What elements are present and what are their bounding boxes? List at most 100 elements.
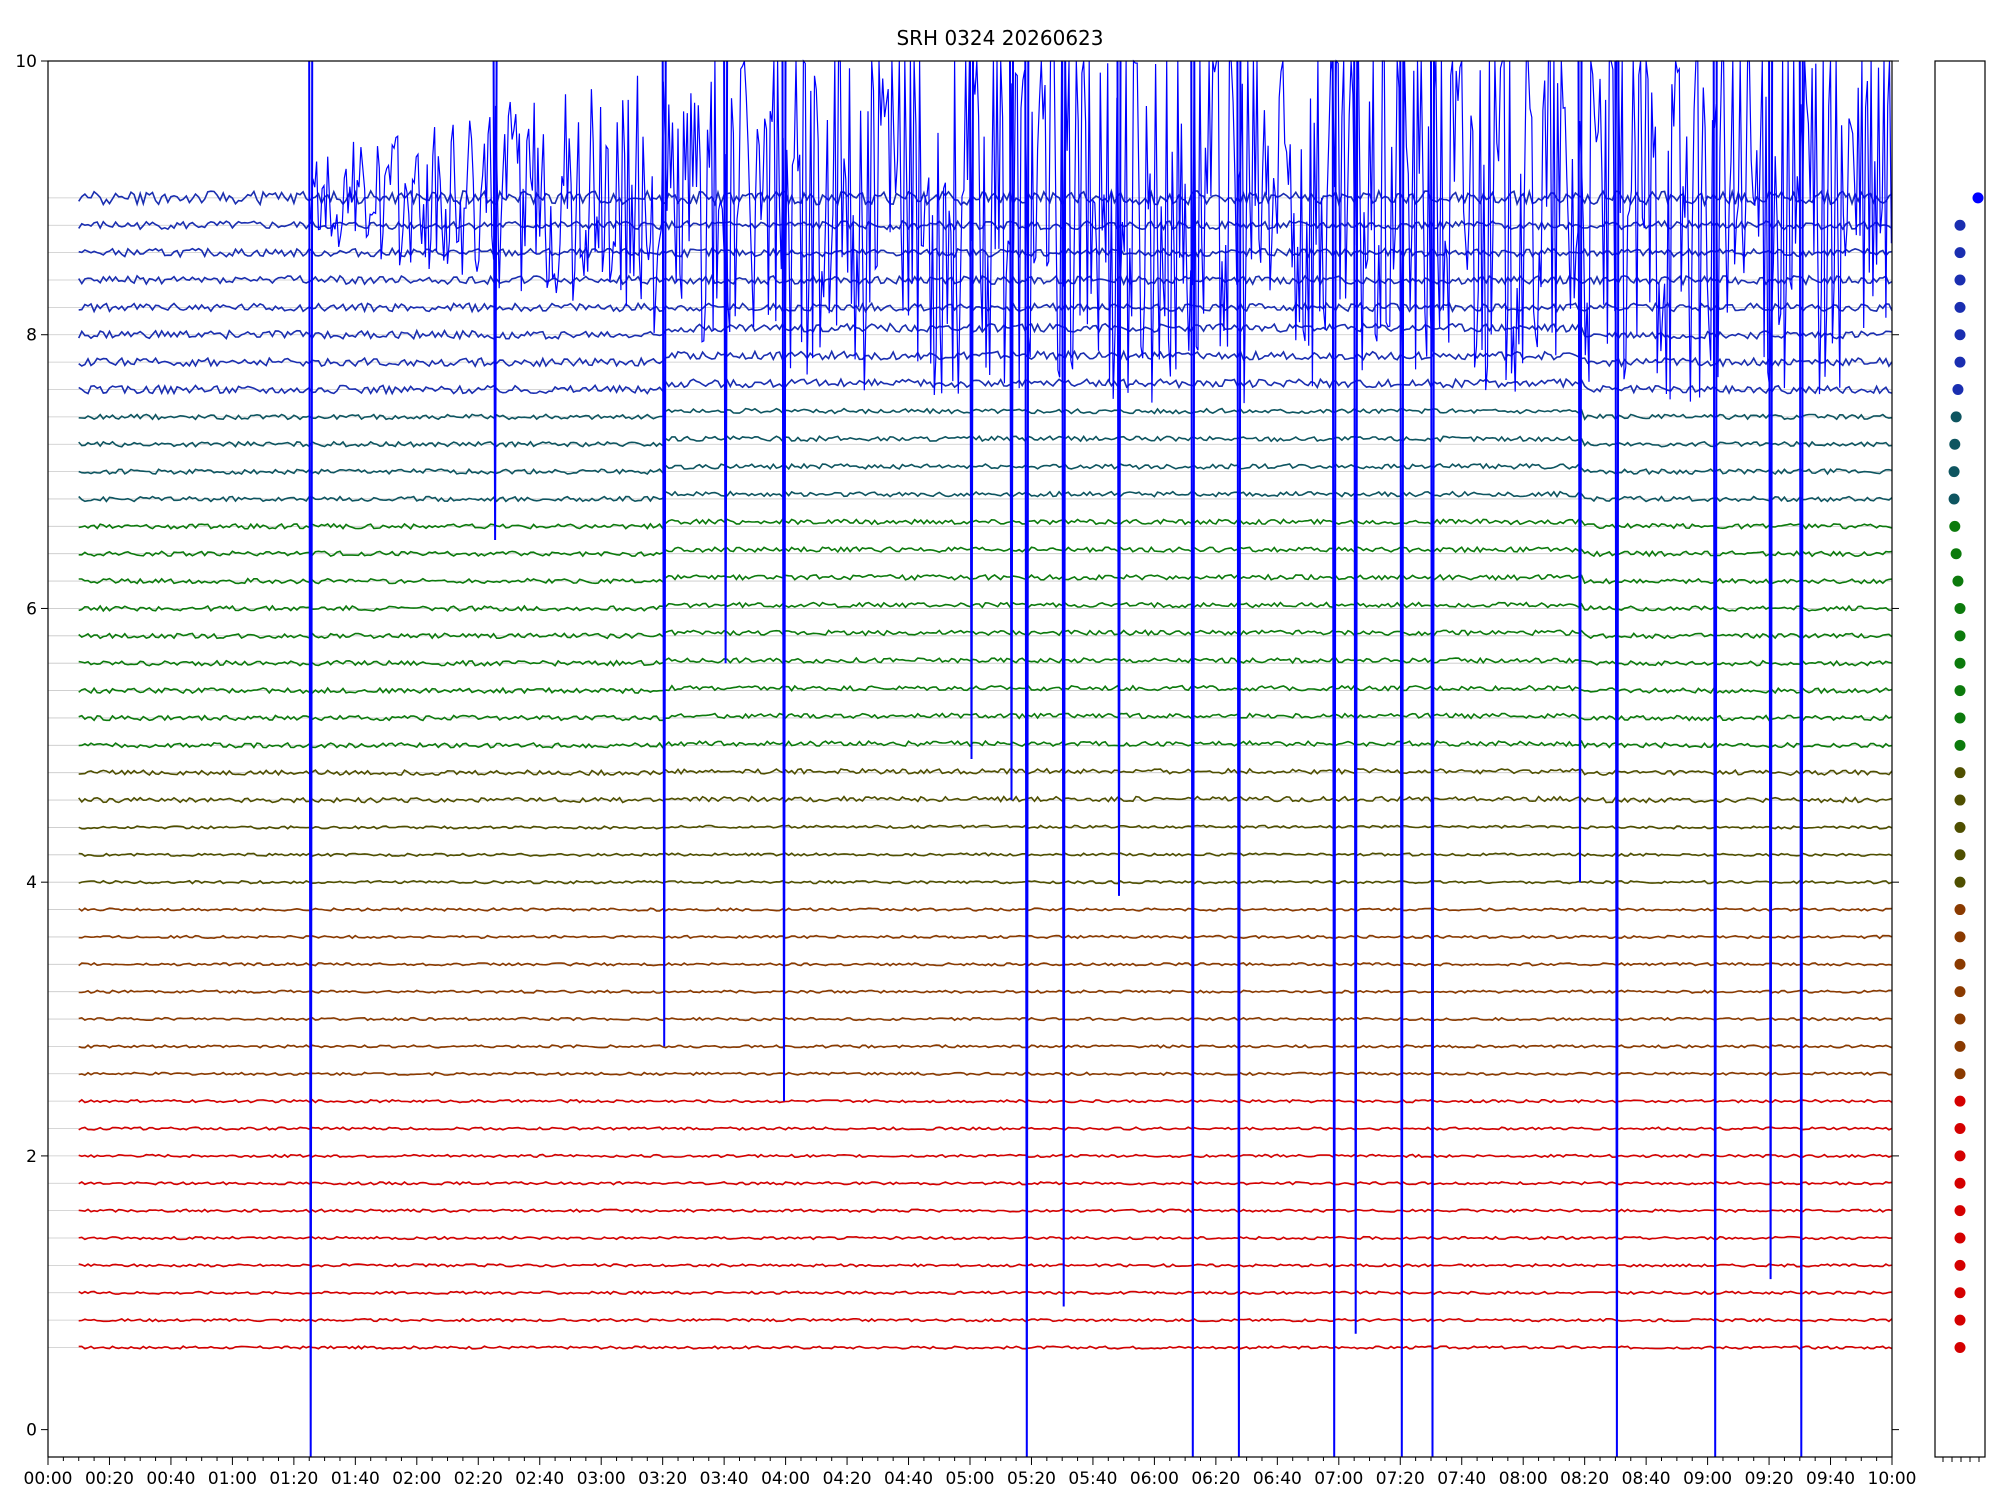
- side-marker: [1954, 1068, 1966, 1080]
- side-marker: [1954, 630, 1966, 642]
- series-line: [78, 601, 1893, 613]
- side-marker: [1952, 383, 1964, 395]
- side-marker: [1972, 192, 1984, 204]
- side-marker: [1954, 794, 1966, 806]
- x-tick-label: 09:20: [1745, 1469, 1794, 1489]
- x-tick-label: 06:00: [1130, 1469, 1179, 1489]
- side-marker: [1954, 904, 1966, 916]
- series-line: [78, 518, 1893, 530]
- x-tick-label: 08:20: [1560, 1469, 1609, 1489]
- side-marker: [1954, 1232, 1966, 1244]
- side-marker: [1954, 739, 1966, 751]
- chart-svg: SRH 0324 20260623 00:00 00:20 00:40 01:00 01…: [15, 26, 1986, 1489]
- signal-dip: [1798, 60, 1804, 1458]
- signal-dip: [1768, 60, 1774, 1280]
- x-tick-label: 09:40: [1806, 1469, 1855, 1489]
- series-line: [78, 656, 1893, 667]
- x-tick-label: 02:20: [454, 1469, 503, 1489]
- signal-dip: [1116, 60, 1122, 896]
- signal-dip: [723, 60, 729, 664]
- series-line: [78, 684, 1893, 695]
- series-line: [78, 1262, 1893, 1268]
- x-tick-label: 04:40: [884, 1469, 933, 1489]
- side-marker: [1954, 1095, 1966, 1107]
- x-tick-label: 00:20: [85, 1469, 134, 1489]
- x-tick-label: 00:40: [146, 1469, 195, 1489]
- x-tick-label: 04:20: [823, 1469, 872, 1489]
- y-tick-label: 6: [26, 599, 37, 619]
- x-tick-label: 09:00: [1683, 1469, 1732, 1489]
- signal-dip: [308, 60, 314, 1458]
- side-marker: [1948, 466, 1960, 478]
- side-marker: [1950, 411, 1962, 423]
- series-line: [78, 629, 1893, 640]
- series-layer: [77, 188, 1893, 1350]
- x-tick-label: 03:40: [700, 1469, 749, 1489]
- series-line: [78, 1290, 1893, 1296]
- series-line: [78, 490, 1893, 503]
- x-tick-label: 03:20: [638, 1469, 687, 1489]
- side-marker: [1954, 958, 1966, 970]
- series-line: [78, 462, 1893, 476]
- signal-dip: [1577, 60, 1583, 883]
- series-line: [78, 545, 1893, 558]
- y-tick-label: 10: [15, 52, 37, 72]
- side-marker: [1954, 1123, 1966, 1135]
- side-panel: [1942, 192, 1984, 1462]
- side-marker: [1954, 767, 1966, 779]
- x-tick-label: 08:40: [1622, 1469, 1671, 1489]
- x-tick-label: 07:20: [1376, 1469, 1425, 1489]
- x-tick-label: 02:00: [392, 1469, 441, 1489]
- side-marker: [1954, 1150, 1966, 1162]
- side-marker: [1954, 712, 1966, 724]
- x-tick-label: 10:00: [1868, 1469, 1917, 1489]
- series-line: [78, 739, 1893, 749]
- series-line: [78, 989, 1893, 994]
- side-marker: [1954, 1314, 1966, 1326]
- side-marker: [1954, 1342, 1966, 1354]
- series-line: [78, 573, 1893, 585]
- x-tick-label: 00:00: [24, 1469, 73, 1489]
- side-marker: [1954, 247, 1966, 259]
- series-line: [78, 795, 1893, 804]
- series-line: [78, 1235, 1893, 1241]
- side-marker: [1954, 602, 1966, 614]
- x-tick-label: 01:20: [269, 1469, 318, 1489]
- side-marker: [1954, 1040, 1966, 1052]
- x-tick-label: 01:40: [331, 1469, 380, 1489]
- side-marker: [1954, 1287, 1966, 1299]
- side-marker: [1954, 876, 1966, 888]
- series-line: [78, 1126, 1893, 1131]
- series-line: [78, 1153, 1893, 1159]
- signal-dip: [1236, 60, 1242, 1458]
- side-panel-frame: [1934, 60, 1986, 1458]
- x-tick-label: 03:00: [577, 1469, 626, 1489]
- x-tick-label: 04:00: [761, 1469, 810, 1489]
- signal-dip: [1331, 60, 1337, 1458]
- y-tick-label: 0: [26, 1421, 37, 1441]
- signal-dip: [1024, 60, 1030, 1458]
- chart-title: SRH 0324 20260623: [896, 26, 1103, 50]
- series-line: [78, 712, 1893, 722]
- y-tick-label: 8: [26, 326, 37, 346]
- side-marker: [1954, 931, 1966, 943]
- side-marker: [1950, 548, 1962, 560]
- x-tick-label: 05:00: [946, 1469, 995, 1489]
- side-marker: [1954, 356, 1966, 368]
- side-marker: [1949, 520, 1961, 532]
- side-marker: [1952, 575, 1964, 587]
- y-tick-label: 2: [26, 1147, 37, 1167]
- signal-dip: [661, 60, 667, 1047]
- series-line: [78, 434, 1893, 448]
- x-tick-label: 06:20: [1191, 1469, 1240, 1489]
- x-tick-label: 02:40: [515, 1469, 564, 1489]
- series-line: [78, 1317, 1893, 1323]
- side-marker: [1954, 657, 1966, 669]
- side-marker: [1954, 274, 1966, 286]
- signal-dip: [1712, 60, 1718, 1458]
- series-line: [78, 407, 1893, 421]
- signal-dip: [1009, 60, 1014, 801]
- side-marker: [1954, 1259, 1966, 1271]
- strong-signal-trace: [308, 59, 1892, 404]
- x-tick-label: 07:00: [1314, 1469, 1363, 1489]
